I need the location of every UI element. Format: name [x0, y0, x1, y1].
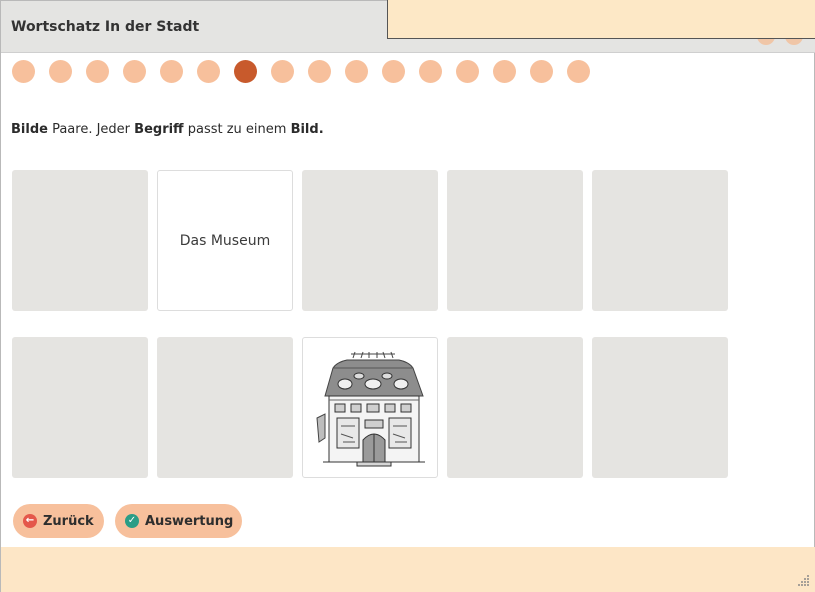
- progress-dot[interactable]: [197, 60, 220, 83]
- progress-dot[interactable]: [308, 60, 331, 83]
- back-button[interactable]: ← Zurück: [13, 504, 104, 538]
- memory-card-word[interactable]: Das Museum: [157, 170, 293, 311]
- instruction-bold-5: Bild.: [290, 122, 324, 137]
- instruction-bold-1: Bilde: [11, 122, 48, 137]
- progress-dot[interactable]: [12, 60, 35, 83]
- instruction-bold-3: Begriff: [134, 122, 184, 137]
- progress-dot[interactable]: [49, 60, 72, 83]
- memory-card-image[interactable]: [302, 337, 438, 478]
- card-word-label: Das Museum: [179, 233, 271, 249]
- instruction-text: Bilde Paare. Jeder Begriff passt zu eine…: [11, 122, 324, 137]
- evaluate-button-label: Auswertung: [145, 513, 234, 529]
- progress-dot[interactable]: [456, 60, 479, 83]
- memory-card[interactable]: [12, 337, 148, 478]
- progress-dot[interactable]: [382, 60, 405, 83]
- museum-building-illustration: [316, 351, 425, 467]
- memory-card[interactable]: [447, 337, 583, 478]
- instruction-text-4: passt zu einem: [183, 122, 291, 137]
- progress-dot[interactable]: [123, 60, 146, 83]
- progress-dot[interactable]: [345, 60, 368, 83]
- progress-dot[interactable]: [530, 60, 553, 83]
- memory-card[interactable]: [592, 170, 728, 311]
- progress-dot-current[interactable]: [234, 60, 257, 83]
- evaluate-button[interactable]: ✓ Auswertung: [115, 504, 242, 538]
- footer-bar: [1, 547, 815, 592]
- instruction-text-2: Paare. Jeder: [47, 122, 135, 137]
- arrow-left-circle-icon: ←: [23, 514, 37, 528]
- progress-dot[interactable]: [271, 60, 294, 83]
- progress-dot[interactable]: [160, 60, 183, 83]
- memory-card[interactable]: [157, 337, 293, 478]
- memory-card[interactable]: [447, 170, 583, 311]
- progress-dot[interactable]: [567, 60, 590, 83]
- memory-card[interactable]: [12, 170, 148, 311]
- progress-dot[interactable]: [493, 60, 516, 83]
- resize-grip-icon[interactable]: [796, 573, 810, 587]
- overlay-panel: [387, 0, 815, 39]
- memory-card[interactable]: [592, 337, 728, 478]
- memory-card[interactable]: [302, 170, 438, 311]
- back-button-label: Zurück: [43, 513, 94, 529]
- check-circle-icon: ✓: [125, 514, 139, 528]
- progress-dot[interactable]: [86, 60, 109, 83]
- exercise-window: Wortschatz In der Stadt Bilde Paare. Jed…: [1, 0, 815, 592]
- progress-dot[interactable]: [419, 60, 442, 83]
- progress-dots: [12, 60, 612, 84]
- window-title: Wortschatz In der Stadt: [11, 19, 200, 35]
